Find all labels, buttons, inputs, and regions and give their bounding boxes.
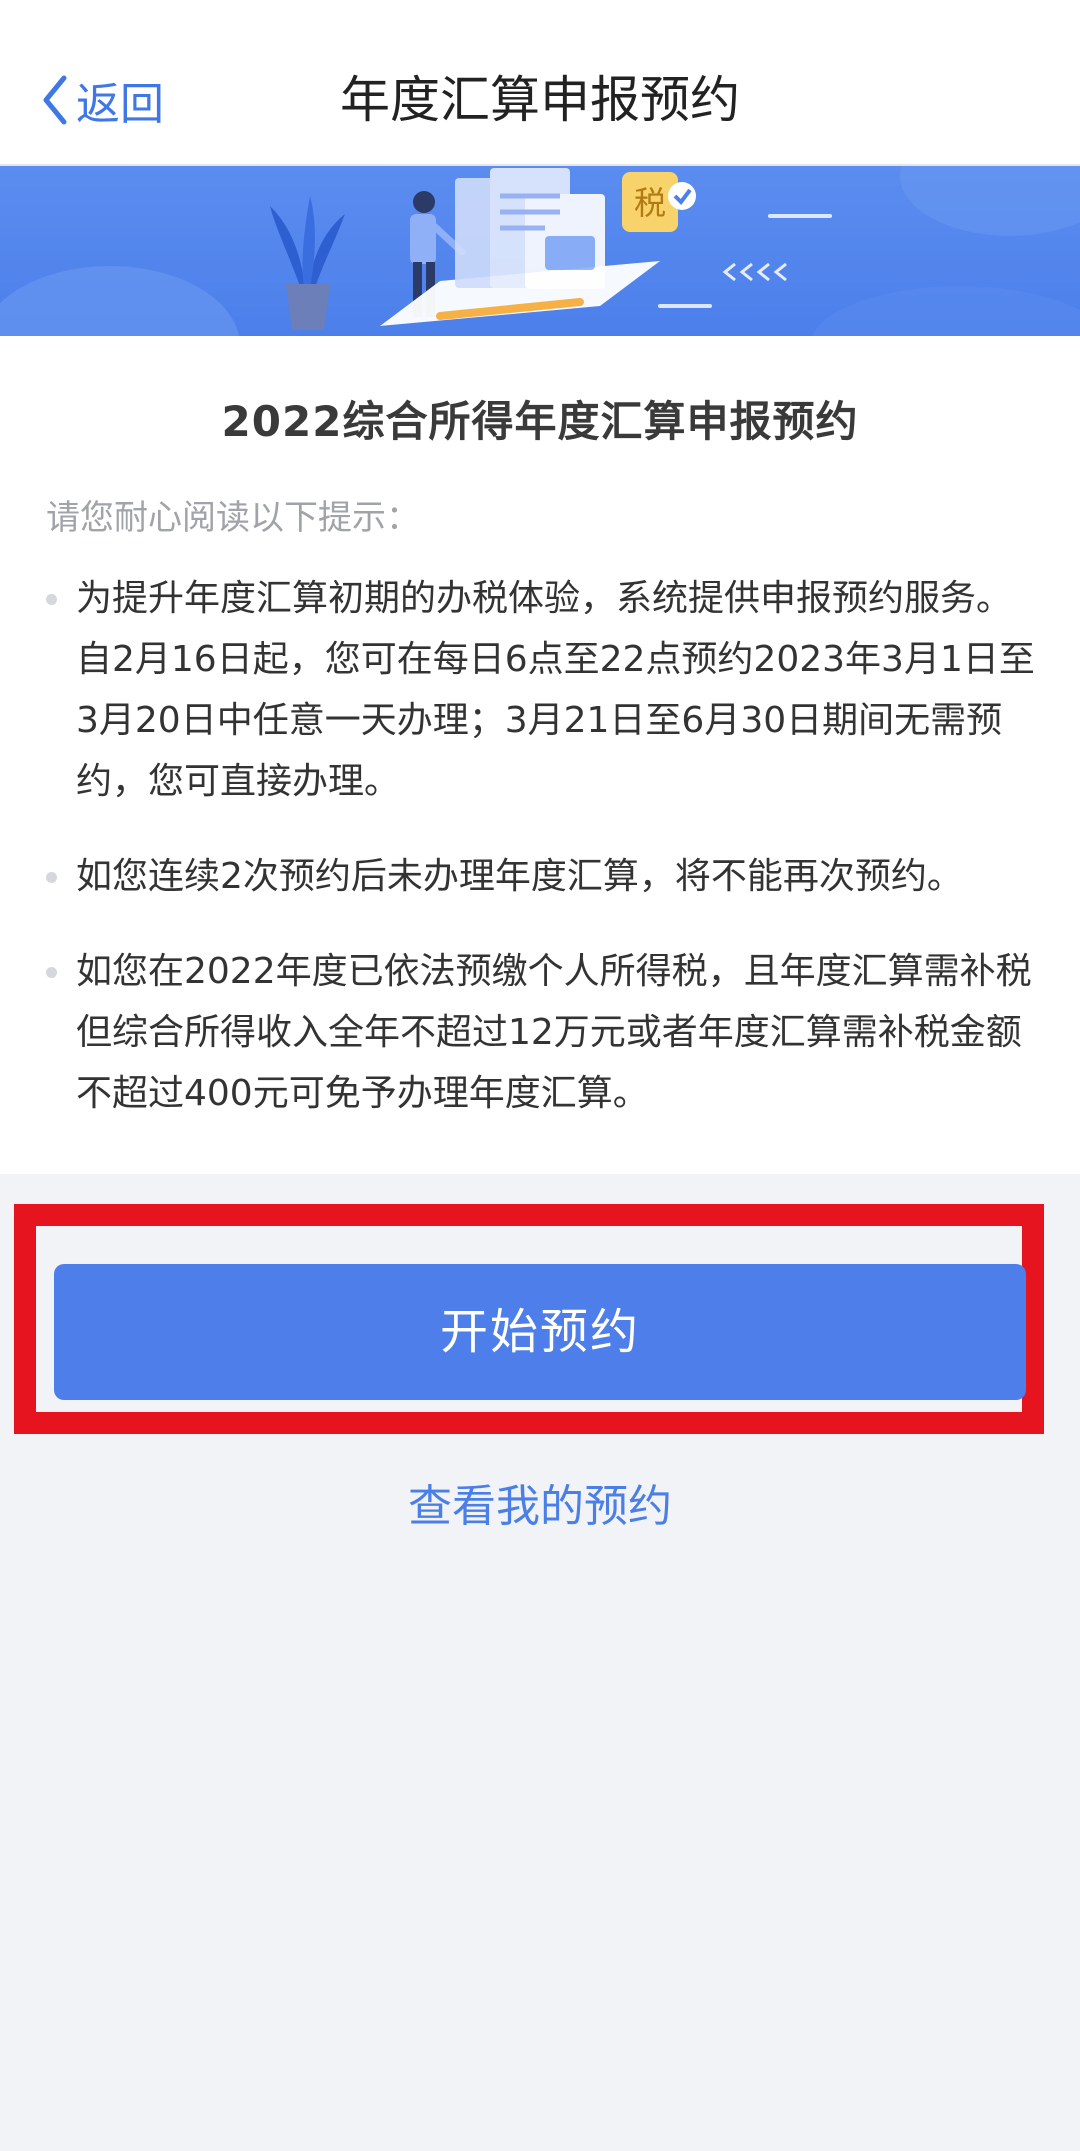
notice-card: 2022综合所得年度汇算申报预约 请您耐心阅读以下提示： 为提升年度汇算初期的办…	[0, 336, 1080, 1174]
nav-bar: 返回 年度汇算申报预约	[0, 0, 1080, 166]
page-title: 年度汇算申报预约	[340, 71, 740, 129]
page: 返回 年度汇算申报预约 税 2022综合所得年度汇算申报预约 请您耐心阅读以下提…	[0, 0, 1080, 2151]
banner-illustration: 税	[0, 166, 1080, 336]
notice-item: 如您连续2次预约后未办理年度汇算，将不能再次预约。	[44, 846, 1044, 907]
notice-item: 如您在2022年度已依法预缴个人所得税，且年度汇算需补税但综合所得收入全年不超过…	[44, 941, 1044, 1124]
plant-icon	[270, 196, 345, 330]
notice-item: 为提升年度汇算初期的办税体验，系统提供申报预约服务。自2月16日起，您可在每日6…	[44, 568, 1044, 812]
notice-list: 为提升年度汇算初期的办税体验，系统提供申报预约服务。自2月16日起，您可在每日6…	[44, 568, 1044, 1158]
start-reservation-button[interactable]: 开始预约	[54, 1264, 1026, 1400]
tax-badge-icon: 税	[622, 172, 696, 232]
tax-badge-label: 税	[634, 184, 666, 222]
notice-hint: 请您耐心阅读以下提示：	[46, 498, 420, 538]
view-my-reservation-link[interactable]: 查看我的预约	[0, 1470, 1080, 1534]
notice-title: 2022综合所得年度汇算申报预约	[221, 397, 859, 446]
